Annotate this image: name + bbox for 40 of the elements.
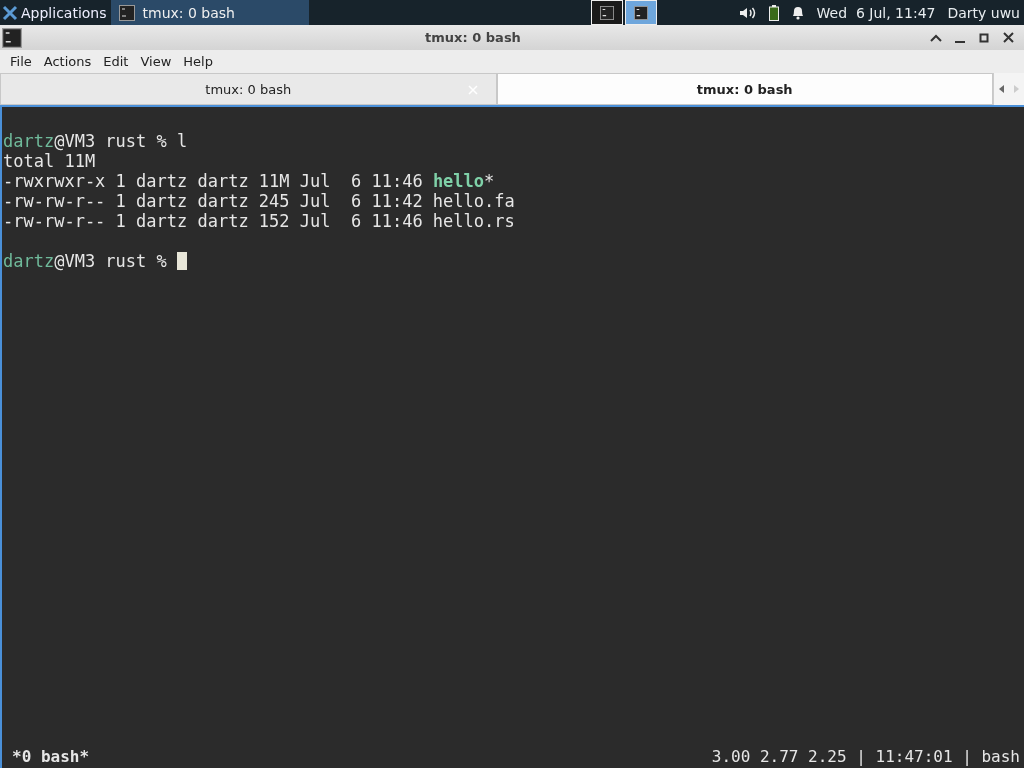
terminal-icon xyxy=(599,5,614,20)
close-icon xyxy=(1002,32,1014,43)
user-name[interactable]: Darty uwu xyxy=(947,4,1020,21)
battery-icon[interactable] xyxy=(768,4,779,21)
applications-menu[interactable]: Applications xyxy=(0,0,111,25)
volume-icon[interactable] xyxy=(738,5,757,20)
terminal-icon xyxy=(118,4,135,21)
minimize-icon xyxy=(955,40,965,43)
terminal-text: @VM3 rust % xyxy=(54,251,168,271)
terminal-icon xyxy=(2,27,22,48)
caret-up-icon xyxy=(930,33,942,42)
workspace-button[interactable] xyxy=(624,0,657,25)
menu-item[interactable]: Help xyxy=(177,54,219,69)
terminal-text: -rw-rw-r-- 1 dartz dartz 152 Jul 6 11:46 hello.rs xyxy=(3,211,515,231)
window-title: tmux: 0 bash xyxy=(424,30,522,45)
workspace-button[interactable] xyxy=(590,0,623,25)
x-logo-icon xyxy=(2,4,18,21)
maximize-icon xyxy=(979,32,989,43)
terminal-text: total 11M xyxy=(3,151,96,171)
tmux-status-info: 3.00 2.77 2.25 | 11:47:01 | bash xyxy=(711,746,1020,766)
bell-icon[interactable] xyxy=(790,5,805,20)
terminal-text: -rw-rw-r-- 1 dartz dartz 245 Jul 6 11:42 hello.fa xyxy=(3,191,515,211)
terminal-text: @VM3 rust % l xyxy=(54,131,188,151)
menu-item[interactable]: Actions xyxy=(37,54,98,69)
tmux-window-label: *0 bash* xyxy=(12,746,90,766)
taskbar-task[interactable]: tmux: 0 bash xyxy=(110,0,309,25)
menu-item[interactable]: Edit xyxy=(97,54,135,69)
text-cursor xyxy=(177,252,187,270)
clock[interactable]: Wed 6 Jul, 11:47 xyxy=(816,4,936,21)
terminal-icon xyxy=(633,5,648,20)
terminal-tab[interactable]: tmux: 0 bash xyxy=(0,73,497,105)
scroll-left-icon[interactable] xyxy=(999,85,1004,93)
executable-name: hello xyxy=(432,171,485,191)
prompt-user: dartz xyxy=(3,131,55,151)
terminal-text: * xyxy=(484,171,495,191)
terminal-text: -rwxrwxr-x 1 dartz dartz 11M Jul 6 11:46 xyxy=(3,171,424,191)
terminal-tab[interactable]: tmux: 0 bash xyxy=(496,73,993,105)
prompt-user: dartz xyxy=(3,251,55,271)
menu-item[interactable]: View xyxy=(134,54,178,69)
menu-item[interactable]: File xyxy=(4,54,38,69)
